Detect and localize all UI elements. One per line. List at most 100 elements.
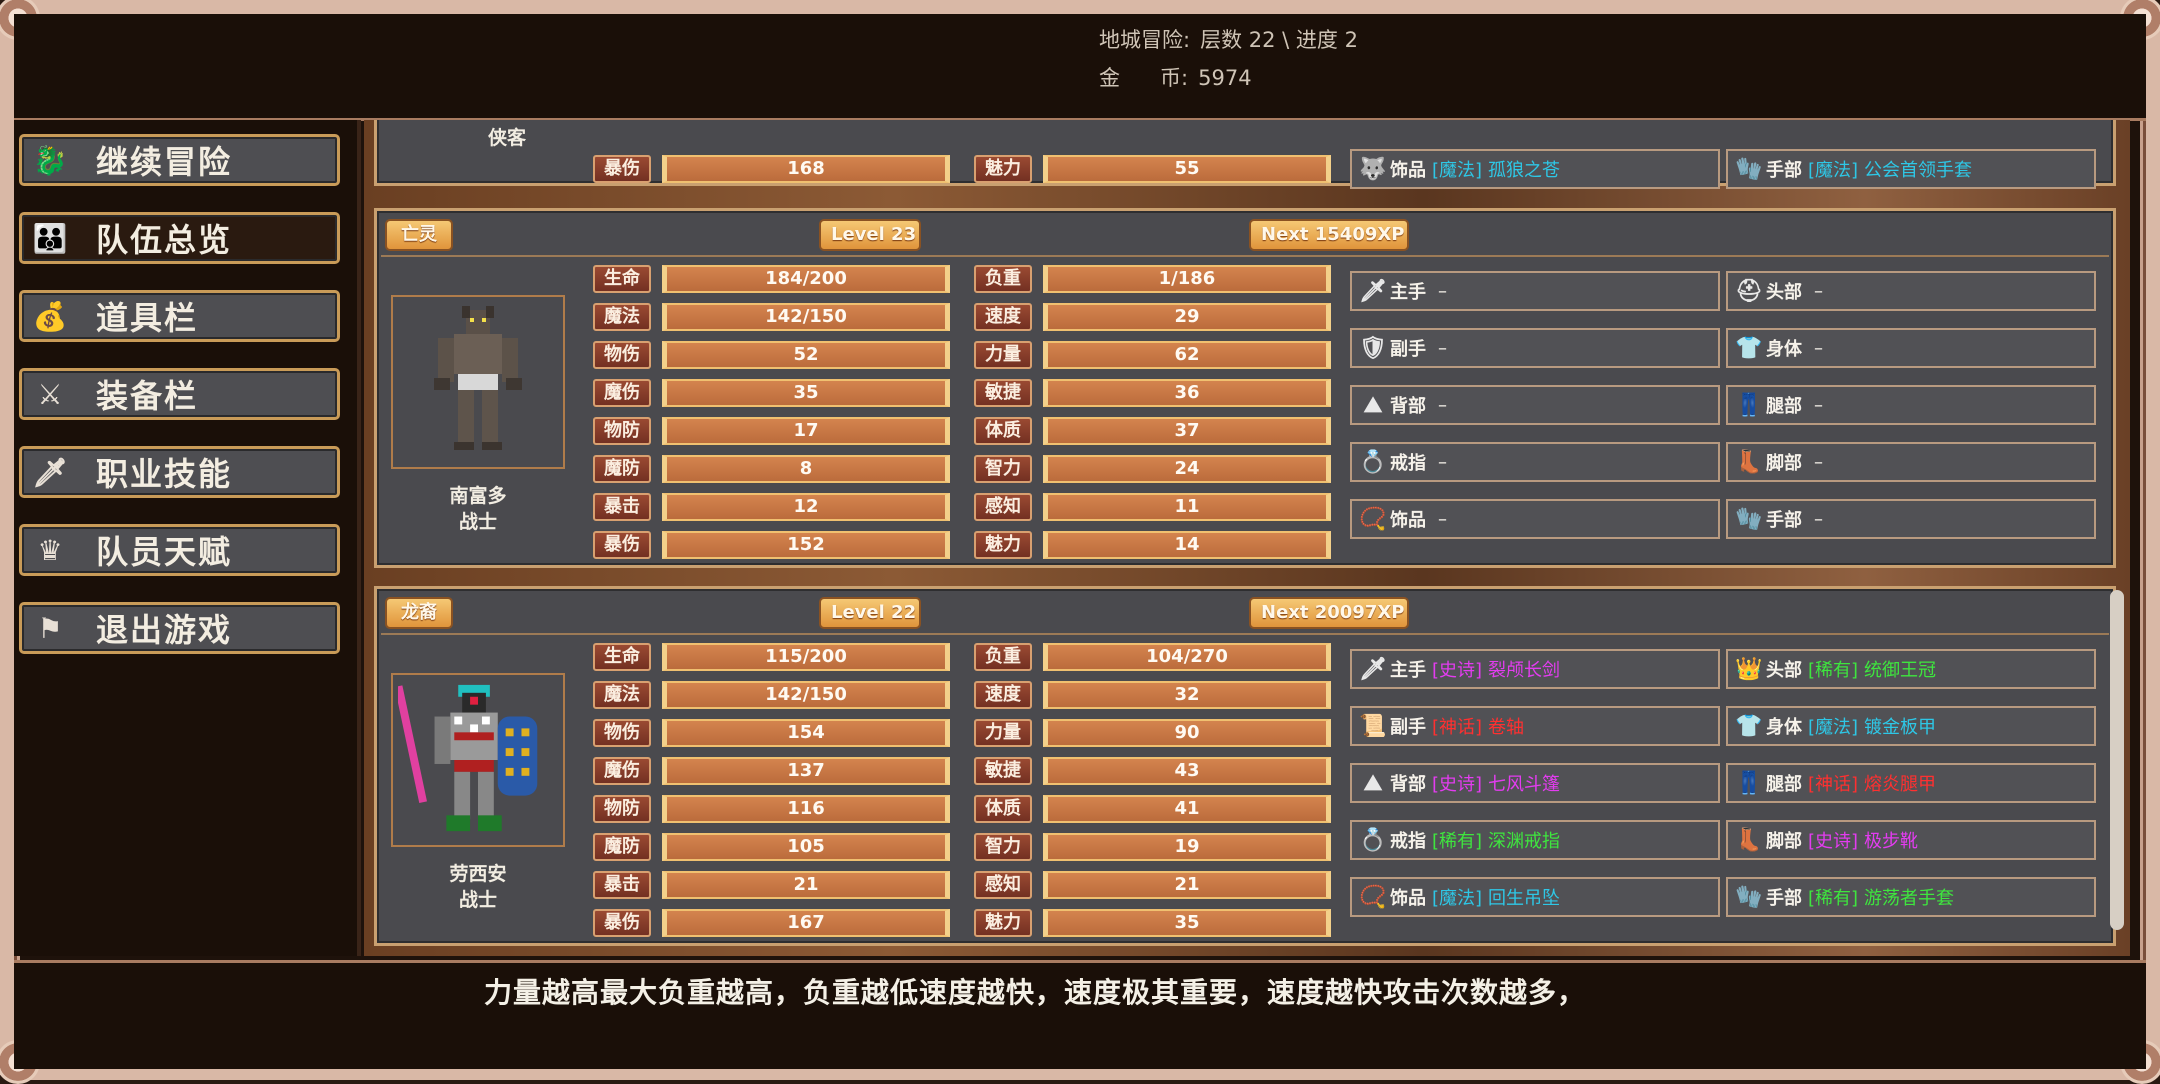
scrollbar[interactable] [2110, 590, 2124, 930]
character-panel: 亡灵 Level 23 Next 15409XP 南富多 战士 生命 184/20… [374, 208, 2116, 568]
character-name: 劳西安 [449, 863, 507, 885]
stat-label: 暴伤 [593, 531, 651, 559]
stat-value: 32 [1043, 681, 1331, 709]
equip-slot-label: 主手 [1390, 660, 1426, 681]
equip-slot-饰品[interactable]: 🐺 饰品 [魔法] 孤狼之苍 [1350, 149, 1720, 189]
stat-value: 21 [1043, 871, 1331, 899]
equip-slot-label: 手部 [1766, 160, 1802, 181]
equip-item-name: – [1814, 508, 1823, 530]
equip-item-name: – [1814, 280, 1823, 302]
equip-slot-主手[interactable]: 🗡 主手 [史诗] 裂颅长剑 [1350, 649, 1720, 689]
stat-label: 感知 [974, 871, 1032, 899]
equip-slot-主手[interactable]: 🗡 主手 – [1350, 271, 1720, 311]
stat-value: 168 [662, 155, 950, 183]
stat-value: 14 [1043, 531, 1331, 559]
equip-item-name: – [1438, 451, 1447, 473]
dragonborn-warrior-sprite [398, 684, 538, 832]
equip-slot-戒指[interactable]: 💍 戒指 [稀有] 深渊戒指 [1350, 820, 1720, 860]
hint-text: 力量越高最大负重越高，负重越低速度越快，速度极其重要，速度越快攻击次数越多， [484, 976, 1587, 1009]
stat-value: 11 [1043, 493, 1331, 521]
equip-slot-饰品[interactable]: 📿 饰品 [魔法] 回生吊坠 [1350, 877, 1720, 917]
equip-slot-戒指[interactable]: 💍 戒指 – [1350, 442, 1720, 482]
party-list[interactable]: 侠客 暴伤 168 魅力 55 🐺 饰品 [魔法] 孤狼之苍 🧤 手部 [魔法] 公会首领手套 亡灵 … [364, 120, 2130, 956]
equip-slot-手部[interactable]: 🧤 手部 [魔法] 公会首领手套 [1726, 149, 2096, 189]
weapons-icon: ⚔ [37, 377, 65, 411]
equip-slot-手部[interactable]: 🧤 手部 – [1726, 499, 2096, 539]
equip-item-name: – [1814, 337, 1823, 359]
stat-value: 55 [1043, 155, 1331, 183]
equip-slot-label: 副手 [1390, 339, 1426, 360]
sword-wings-icon: 🗡 [32, 455, 70, 489]
equip-rarity: [魔法] [1808, 717, 1859, 738]
equip-slot-手部[interactable]: 🧤 手部 [稀有] 游荡者手套 [1726, 877, 2096, 917]
header: 地城冒险: 层数 22 \ 进度 2 金 币: 5974 [14, 14, 2146, 121]
equip-slot-label: 戒指 [1390, 831, 1426, 852]
menu-talents[interactable]: ♛ 队员天赋 [19, 524, 340, 576]
legs-icon: 👖 [1735, 770, 1763, 796]
equip-slot-背部[interactable]: ⛰ 背部 – [1350, 385, 1720, 425]
stat-label: 物防 [593, 417, 651, 445]
equip-rarity: [稀有] [1808, 888, 1859, 909]
equip-slot-饰品[interactable]: 📿 饰品 – [1350, 499, 1720, 539]
stat-label: 暴击 [593, 871, 651, 899]
stat-label: 魔法 [593, 681, 651, 709]
equip-slot-身体[interactable]: 👕 身体 [魔法] 镀金板甲 [1726, 706, 2096, 746]
character-portrait[interactable] [391, 673, 565, 847]
equip-slot-副手[interactable]: 🛡 副手 – [1350, 328, 1720, 368]
necklace-icon: 📿 [1359, 884, 1387, 910]
equip-rarity: [魔法] [1808, 160, 1859, 181]
dungeon-value: 层数 22 \ 进度 2 [1200, 28, 1358, 52]
equip-slot-脚部[interactable]: 👢 脚部 [史诗] 极步靴 [1726, 820, 2096, 860]
gold-value: 5974 [1198, 66, 1252, 90]
stat-value: 137 [662, 757, 950, 785]
menu-party-overview[interactable]: 👪 队伍总览 [19, 212, 340, 264]
stat-label: 感知 [974, 493, 1032, 521]
shield-icon: 🛡 [1359, 335, 1387, 361]
equip-slot-label: 戒指 [1390, 453, 1426, 474]
next-xp-tag: Next 15409XP [1249, 219, 1409, 251]
menu-equipment[interactable]: ⚔ 装备栏 [19, 368, 340, 420]
stat-label: 物伤 [593, 341, 651, 369]
stat-label: 力量 [974, 719, 1032, 747]
equip-slot-脚部[interactable]: 👢 脚部 – [1726, 442, 2096, 482]
dungeon-progress: 地城冒险: 层数 22 \ 进度 2 [1099, 24, 1358, 54]
equip-slot-腿部[interactable]: 👖 腿部 [神话] 熔炎腿甲 [1726, 763, 2096, 803]
stat-value: 152 [662, 531, 950, 559]
stat-value: 62 [1043, 341, 1331, 369]
menu-exit-game[interactable]: ⚑ 退出游戏 [19, 602, 340, 654]
equip-rarity: [神话] [1432, 717, 1483, 738]
equip-slot-背部[interactable]: ⛰ 背部 [史诗] 七风斗篷 [1350, 763, 1720, 803]
stat-label: 生命 [593, 643, 651, 671]
dragon-icon: 🐉 [32, 143, 70, 177]
character-name: 南富多 [449, 485, 507, 507]
necklace-icon: 📿 [1359, 506, 1387, 532]
menu-class-skills[interactable]: 🗡 职业技能 [19, 446, 340, 498]
wolf-amulet-icon: 🐺 [1359, 156, 1387, 182]
stat-value: 115/200 [662, 643, 950, 671]
stat-value: 90 [1043, 719, 1331, 747]
legs-icon: 👖 [1735, 392, 1763, 418]
equip-slot-label: 脚部 [1766, 831, 1802, 852]
race-tag: 龙裔 [385, 597, 453, 629]
gloves-icon: 🧤 [1735, 156, 1763, 182]
stat-label: 暴伤 [593, 909, 651, 937]
equip-slot-身体[interactable]: 👕 身体 – [1726, 328, 2096, 368]
stat-value: 17 [662, 417, 950, 445]
menu-inventory[interactable]: 💰 道具栏 [19, 290, 340, 342]
equip-item-name: – [1438, 394, 1447, 416]
equip-item-name: – [1438, 280, 1447, 302]
panel-header: 龙裔 Level 22 Next 20097XP [381, 593, 2109, 635]
character-portrait[interactable] [391, 295, 565, 469]
equip-slot-头部[interactable]: 👑 头部 [稀有] 统御王冠 [1726, 649, 2096, 689]
equip-item-name: – [1438, 337, 1447, 359]
equip-slot-头部[interactable]: ⛑ 头部 – [1726, 271, 2096, 311]
stat-label: 物伤 [593, 719, 651, 747]
stat-label: 魔防 [593, 455, 651, 483]
character-class: 侠客 [487, 127, 526, 149]
equip-slot-腿部[interactable]: 👖 腿部 – [1726, 385, 2096, 425]
equip-item-name: 回生吊坠 [1488, 888, 1561, 909]
equip-slot-副手[interactable]: 📜 副手 [神话] 卷轴 [1350, 706, 1720, 746]
equip-item-name: 统御王冠 [1864, 660, 1937, 681]
menu-continue-adventure[interactable]: 🐉 继续冒险 [19, 134, 340, 186]
equip-item-name: 镀金板甲 [1864, 717, 1937, 738]
